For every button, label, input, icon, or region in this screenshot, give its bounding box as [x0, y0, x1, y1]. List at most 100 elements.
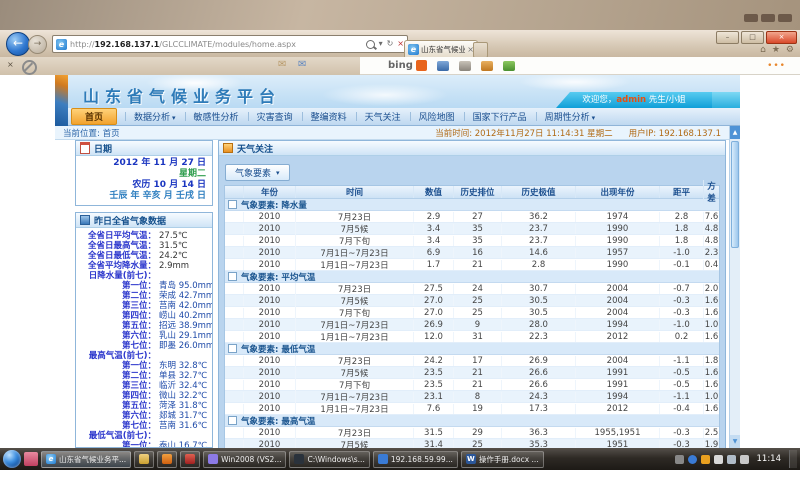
mail-icon[interactable]: ✉ [278, 59, 286, 70]
new-tab-button[interactable] [473, 42, 488, 58]
address-bar[interactable]: e http://192.168.137.1/GLCCLIMATE/module… [52, 35, 408, 53]
group-header-row[interactable]: 气象要素: 最高气温 [225, 415, 719, 427]
column-header[interactable]: 年份 [243, 186, 295, 198]
taskbar-ie-window[interactable]: e 山东省气候业务平... [41, 451, 131, 468]
nav-item[interactable]: 风险地图▾ [410, 110, 464, 123]
calendar-panel: 日期 2012 年 11 月 27 日星期二农历 10 月 14 日壬辰 年 辛… [75, 140, 213, 206]
table-row[interactable]: 2010 7月1日~7月23日 6.9 16 14.6 1957 -1.0 [225, 247, 719, 259]
table-row[interactable]: 2010 7月下旬 3.4 35 23.7 1990 1.8 4 [225, 235, 719, 247]
nav-item[interactable]: 数据分析▾ [125, 110, 185, 123]
column-header[interactable]: 历史极值 [501, 186, 575, 198]
collapse-icon[interactable] [228, 344, 237, 353]
toolbar-close-icon[interactable]: × [7, 60, 14, 69]
search-dropdown-icon[interactable]: ▾ [379, 39, 383, 49]
window-icon: W [466, 454, 476, 464]
favorites-icon[interactable]: ★ [772, 45, 780, 56]
scroll-down-icon[interactable]: ▼ [730, 435, 740, 448]
table-row[interactable]: 2010 7月5候 31.4 25 35.3 1951 -0.3 [225, 439, 719, 448]
close-button[interactable]: × [766, 31, 797, 44]
flag-icon[interactable] [714, 455, 723, 464]
scroll-up-icon[interactable]: ▲ [730, 126, 740, 139]
scrollbar-thumb[interactable] [731, 141, 739, 248]
table-row[interactable]: 2010 7月5候 27.0 25 30.5 2004 -0.3 [225, 295, 719, 307]
network-icon[interactable] [688, 455, 697, 464]
page-viewport: 山东省气候业务平台 欢迎您，admin 先生/小姐 首页▾ 数据分析▾ 敏感性分… [0, 75, 800, 448]
display-icon[interactable] [727, 455, 736, 464]
column-header[interactable]: 数值 [413, 186, 453, 198]
table-row[interactable]: 2010 7月5候 3.4 35 23.7 1990 1.8 4 [225, 223, 719, 235]
rank-row: 第四位： 微山 32.2℃ [76, 391, 212, 401]
volume-icon[interactable] [740, 455, 749, 464]
table-row[interactable]: 2010 7月下旬 27.0 25 30.5 2004 -0.3 [225, 307, 719, 319]
group-header-row[interactable]: 气象要素: 降水量 [225, 199, 719, 211]
nav-item[interactable]: 周期性分析▾ [536, 110, 605, 123]
nav-item[interactable]: 灾害查询▾ [248, 110, 302, 123]
search-icon[interactable] [366, 40, 375, 49]
table-row[interactable]: 2010 7月23日 24.2 17 26.9 2004 -1.1 [225, 355, 719, 367]
column-header[interactable]: 出现年份 [575, 186, 659, 198]
group-header-row[interactable]: 气象要素: 平均气温 [225, 271, 719, 283]
browser-window: ← → e http://192.168.137.1/GLCCLIMATE/mo… [0, 30, 800, 448]
taskbar-window-button[interactable]: Win2008 (VS2... [203, 451, 286, 468]
alert-icon[interactable] [701, 455, 710, 464]
taskbar-app-button-1[interactable] [157, 451, 177, 468]
column-header[interactable]: 距平 [659, 186, 703, 198]
pinned-app-icon[interactable] [24, 452, 38, 466]
toolbar-more-icon[interactable]: ••• [767, 61, 786, 71]
nav-item[interactable]: 天气关注▾ [356, 110, 410, 123]
taskbar-app-button-2[interactable] [180, 451, 200, 468]
table-row[interactable]: 2010 7月下旬 23.5 21 26.6 1991 -0.5 [225, 379, 719, 391]
weather-focus-panel: 天气关注 气象要素▾ 年份时间数值历史排位历史极值出现年份距平方差 [218, 140, 726, 448]
table-row[interactable]: 2010 7月1日~7月23日 26.9 9 28.0 1994 -1.0 [225, 319, 719, 331]
group-header-row[interactable]: 气象要素: 最低气温 [225, 343, 719, 355]
forward-button[interactable]: → [28, 35, 47, 54]
table-row[interactable]: 2010 7月1日~7月23日 23.1 8 24.3 1994 -1.1 [225, 391, 719, 403]
hidden-icons-chevron[interactable] [675, 455, 684, 464]
url-text[interactable]: http://192.168.137.1/GLCCLIMATE/modules/… [70, 40, 363, 49]
puzzle-icon[interactable] [503, 61, 515, 71]
table-group: 气象要素: 最高气温 2010 7月23日 [225, 415, 719, 448]
start-button[interactable] [3, 450, 21, 468]
column-header[interactable]: 方差 [703, 180, 719, 204]
column-header[interactable]: 历史排位 [453, 186, 501, 198]
table-row[interactable]: 2010 7月23日 31.5 29 36.3 1955,1951 -0.3 [225, 427, 719, 439]
show-desktop-button[interactable] [789, 450, 797, 468]
taskbar-folder-button[interactable] [134, 451, 154, 468]
back-button[interactable]: ← [6, 32, 30, 56]
browser-tab[interactable]: e 山东省气候业务平... × [404, 40, 478, 58]
element-filter-button[interactable]: 气象要素▾ [225, 164, 290, 181]
collapse-icon[interactable] [228, 272, 237, 281]
nav-item[interactable]: 整编资料▾ [302, 110, 356, 123]
taskbar-window-button[interactable]: W 操作手册.docx ... [461, 451, 544, 468]
rank-section: 日降水量(前七)： 第一位： 青岛 95.0mm [76, 271, 212, 351]
nav-item[interactable]: 首页▾ [71, 108, 117, 125]
table-row[interactable]: 2010 1月1日~7月23日 12.0 31 22.3 2012 0.2 [225, 331, 719, 343]
scrollbar[interactable]: ▲ ▼ [729, 126, 740, 448]
rank-row: 第一位： 泰山 16.7℃ [76, 441, 212, 448]
maximize-button[interactable]: □ [741, 31, 764, 44]
refresh-icon[interactable]: ↻ [387, 39, 394, 49]
stop-icon[interactable]: × [397, 39, 404, 49]
camera-icon[interactable] [437, 61, 449, 71]
screenshot-icon[interactable] [459, 61, 471, 71]
taskbar-window-button[interactable]: 192.168.59.99... [373, 451, 458, 468]
collapse-icon[interactable] [228, 200, 237, 209]
table-row[interactable]: 2010 7月23日 2.9 27 36.2 1974 2.8 [225, 211, 719, 223]
table-row[interactable]: 2010 7月5候 23.5 21 26.6 1991 -0.5 [225, 367, 719, 379]
settings-icon[interactable]: ⚙ [786, 45, 794, 56]
home-icon[interactable]: ⌂ [760, 45, 766, 56]
nav-item[interactable]: 国家下行产品▾ [464, 110, 536, 123]
nav-item[interactable]: 敏感性分析▾ [185, 110, 248, 123]
window-icon [294, 454, 304, 464]
table-row[interactable]: 2010 7月23日 27.5 24 30.7 2004 -0.7 [225, 283, 719, 295]
column-header[interactable]: 时间 [295, 186, 413, 198]
paw-icon[interactable] [481, 61, 493, 71]
collapse-icon[interactable] [228, 416, 237, 425]
send-icon[interactable]: ✉ [298, 59, 306, 70]
table-row[interactable]: 2010 1月1日~7月23日 7.6 19 17.3 2012 -0.4 [225, 403, 719, 415]
taskbar-clock[interactable]: 11:14 [757, 454, 782, 464]
table-row[interactable]: 2010 1月1日~7月23日 1.7 21 2.8 1990 -0.1 [225, 259, 719, 271]
minimize-button[interactable]: – [716, 31, 739, 44]
taskbar-window-button[interactable]: C:\Windows\s... [289, 451, 369, 468]
current-time: 当前时间: 2012年11月27日 11:14:31 星期二 [435, 127, 612, 139]
